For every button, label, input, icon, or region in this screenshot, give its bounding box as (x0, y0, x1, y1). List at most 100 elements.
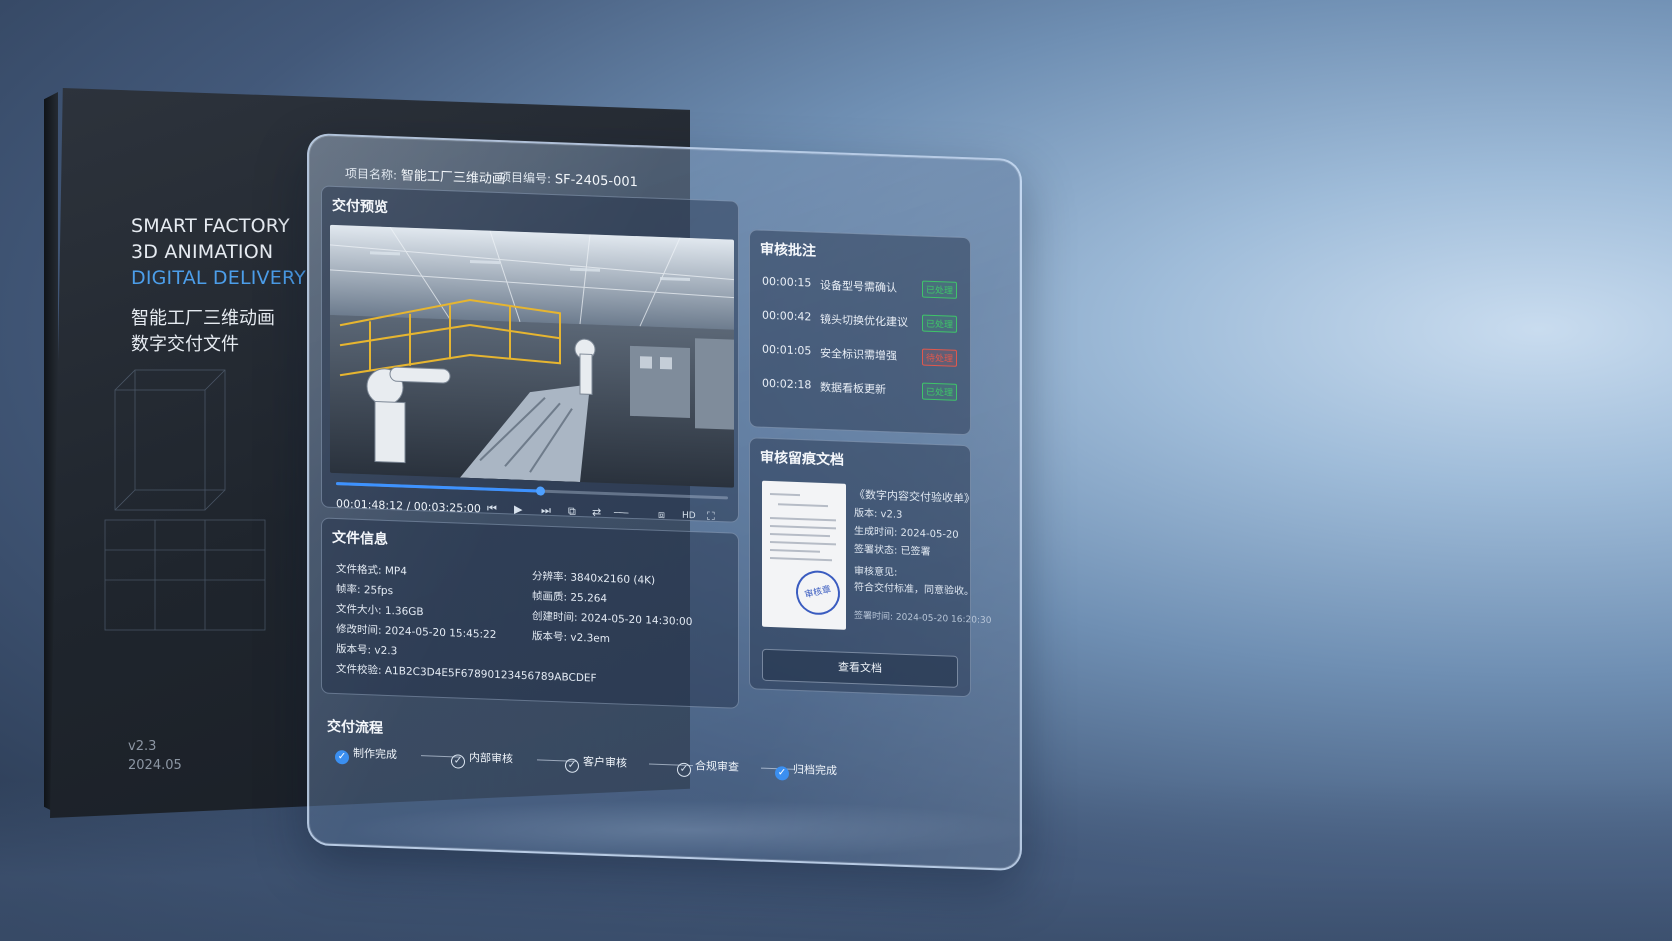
project-name-value: 智能工厂三维动画 (400, 168, 505, 188)
box-version: v2.3 (128, 739, 157, 754)
doc-version: 版本: v2.3 (854, 508, 903, 521)
doc-generated-time: 生成时间: 2024-05-20 (854, 526, 959, 541)
wireframe-illustration (104, 369, 266, 631)
preview-title: 交付预览 (332, 197, 388, 216)
review-text: 设备型号需确认 (820, 278, 897, 295)
review-time: 00:00:15 (762, 274, 812, 290)
review-item[interactable]: 00:00:15 设备型号需确认 已处理 (762, 275, 957, 300)
review-time: 00:00:42 (762, 308, 812, 324)
project-number: 项目编号: SF-2405-001 (499, 168, 638, 190)
box-title-line-2: 3D ANIMATION (131, 241, 274, 263)
loop-icon[interactable]: ⇄ (592, 505, 601, 518)
flow-step-production[interactable]: ✓ 制作完成 (335, 744, 397, 766)
file-fps: 帧率: 25fps (336, 583, 394, 598)
audit-doc-title: 审核留痕文档 (760, 449, 844, 469)
file-created: 创建时间: 2024-05-20 14:30:00 (532, 610, 693, 629)
video-timecode: 00:01:48:12 / 00:03:25:00 (336, 497, 481, 516)
box-cn-line-1: 智能工厂三维动画 (131, 308, 275, 329)
review-item[interactable]: 00:01:05 安全标识需增强 待处理 (762, 343, 957, 368)
doc-opinion: 符合交付标准，同意验收。 (854, 582, 974, 598)
approval-stamp: 审核章 (791, 566, 845, 620)
review-time: 00:02:18 (762, 376, 812, 392)
file-checksum: 文件校验: A1B2C3D4E5F67890123456789ABCDEF (336, 663, 597, 685)
status-badge: 待处理 (922, 348, 957, 367)
doc-text-line (770, 532, 830, 538)
flow-step-label: 归档完成 (793, 762, 837, 778)
project-name-label: 项目名称: (345, 166, 398, 183)
status-badge: 已处理 (922, 314, 957, 333)
doc-sign-status: 签署状态: 已签署 (854, 544, 931, 558)
review-item[interactable]: 00:00:42 镜头切换优化建议 已处理 (762, 309, 957, 334)
doc-text-line (770, 516, 836, 522)
check-outline-icon: ✓ (677, 762, 691, 778)
check-outline-icon: ✓ (565, 758, 579, 773)
video-progress-fill (336, 482, 540, 493)
file-info-title: 文件信息 (332, 529, 388, 548)
project-number-value: SF-2405-001 (554, 172, 638, 191)
doc-name: 《数字内容交付验收单》 (854, 488, 975, 506)
review-annotations-card: 审核批注 00:00:15 设备型号需确认 已处理 00:00:42 镜头切换优… (749, 229, 971, 436)
doc-text-line (778, 503, 828, 508)
status-badge: 已处理 (922, 280, 957, 299)
file-frame-quality: 帧画质: 25.264 (532, 590, 608, 606)
delivery-flow-title: 交付流程 (327, 718, 383, 737)
factory-video-frame (330, 224, 734, 488)
box-date: 2024.05 (128, 758, 182, 773)
box-english-title: SMART FACTORY 3D ANIMATION DIGITAL DELIV… (131, 213, 306, 291)
play-icon[interactable]: ▶ (514, 503, 522, 516)
project-name: 项目名称: 智能工厂三维动画 (345, 162, 505, 187)
preview-card: 交付预览 00:01:48:12 / 00:03:25:00 ⏮ ▶ ⏭ ⧉ ⇄… (321, 185, 739, 524)
file-info-card: 文件信息 文件格式: MP4 帧率: 25fps 文件大小: 1.36GB 修改… (321, 517, 739, 709)
box-title-line-3: DIGITAL DELIVERY (131, 267, 306, 289)
view-document-button[interactable]: 查看文档 (762, 648, 958, 688)
skip-back-icon[interactable]: ⏮ (487, 502, 497, 516)
box-version-info: v2.3 2024.05 (128, 737, 182, 775)
doc-text-line (770, 548, 820, 553)
review-text: 镜头切换优化建议 (820, 312, 908, 330)
captions-icon[interactable]: ⧈ (658, 508, 665, 522)
video-player[interactable] (330, 224, 734, 488)
skip-forward-icon[interactable]: ⏭ (541, 504, 551, 518)
doc-text-line (770, 556, 832, 562)
doc-text-line (770, 540, 836, 546)
check-icon: ✓ (775, 766, 789, 781)
flow-step-archived[interactable]: ✓ 归档完成 (775, 760, 837, 782)
review-text: 数据看板更新 (820, 380, 886, 397)
flow-step-compliance[interactable]: ✓ 合规审查 (677, 757, 739, 779)
file-resolution: 分辨率: 3840x2160 (4K) (532, 570, 656, 587)
review-item[interactable]: 00:02:18 数据看板更新 已处理 (762, 377, 957, 402)
box-cn-line-2: 数字交付文件 (131, 334, 239, 355)
flow-step-label: 合规审查 (695, 759, 739, 774)
flow-step-label: 客户审核 (583, 755, 627, 770)
file-version-right: 版本号: v2.3em (532, 630, 610, 646)
doc-opinion-label: 审核意见: (854, 566, 898, 579)
review-text: 安全标识需增强 (820, 346, 897, 363)
box-chinese-title: 智能工厂三维动画 数字交付文件 (131, 306, 275, 358)
box-title-line-1: SMART FACTORY (131, 215, 290, 237)
doc-signed-time: 签署时间: 2024-05-20 16:20:30 (854, 611, 992, 627)
frame-icon[interactable]: ⧉ (568, 505, 576, 519)
review-title: 审核批注 (760, 241, 816, 260)
doc-text-line (770, 492, 800, 497)
fullscreen-icon[interactable]: ⛶ (707, 510, 715, 524)
document-thumbnail[interactable]: 审核章 (762, 480, 846, 630)
project-number-label: 项目编号: (499, 170, 552, 186)
audit-document-card: 审核留痕文档 审核章 《数字内容交付验收单》 版本: v2.3 生成时间: 20… (749, 437, 991, 698)
video-progress-knob[interactable] (535, 486, 545, 496)
file-version: 版本号: v2.3 (336, 643, 398, 658)
file-modified: 修改时间: 2024-05-20 15:45:22 (336, 623, 497, 641)
file-size: 文件大小: 1.36GB (336, 603, 424, 619)
file-format: 文件格式: MP4 (336, 563, 407, 578)
check-icon: ✓ (335, 750, 349, 765)
status-badge: 已处理 (922, 382, 957, 401)
doc-text-line (770, 524, 836, 530)
volume-slider[interactable]: ─── (614, 508, 628, 518)
check-outline-icon: ✓ (451, 754, 465, 769)
flow-step-label: 内部审核 (469, 750, 513, 766)
flow-step-label: 制作完成 (353, 746, 397, 762)
flow-step-client-review[interactable]: ✓ 客户审核 (565, 752, 627, 774)
quality-icon[interactable]: HD (682, 511, 696, 522)
glass-delivery-panel: 项目名称: 智能工厂三维动画 项目编号: SF-2405-001 交付预览 00… (307, 133, 1022, 872)
review-time: 00:01:05 (762, 342, 812, 358)
flow-step-internal-review[interactable]: ✓ 内部审核 (451, 748, 513, 770)
